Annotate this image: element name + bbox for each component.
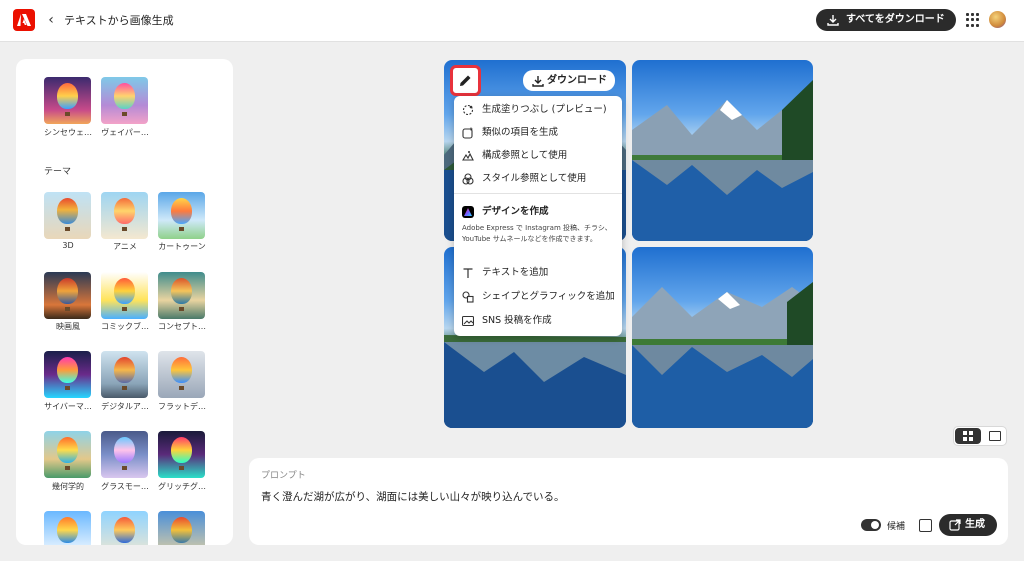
style-label: グラスモー… xyxy=(101,482,149,491)
style-thumb-synthwave[interactable] xyxy=(44,77,91,124)
suggestions-toggle[interactable] xyxy=(861,519,881,531)
menu-divider xyxy=(454,193,622,194)
style-label: ヴェイパー… xyxy=(101,128,149,137)
menu-item-label: デザインを作成 xyxy=(482,206,549,217)
generate-similar-icon xyxy=(462,127,474,139)
style-label: 幾何学的 xyxy=(52,482,84,491)
page-title: テキストから画像生成 xyxy=(64,14,174,27)
style-thumb-geometric[interactable] xyxy=(44,431,91,478)
prompt-panel: プロンプト 青く澄んだ湖が広がり、湖面には美しい山々が映り込んでいる。 候補 生… xyxy=(249,458,1008,545)
generate-icon xyxy=(949,519,961,531)
style-thumb-vaporwave[interactable] xyxy=(101,77,148,124)
image-download-button[interactable]: ダウンロード xyxy=(523,70,615,91)
composition-reference-icon xyxy=(462,150,474,162)
suggestions-toggle-label: 候補 xyxy=(887,522,906,532)
content-credentials-icon[interactable] xyxy=(919,519,932,532)
style-label: フラットデ… xyxy=(158,402,206,411)
style-thumb-flat[interactable] xyxy=(158,351,205,398)
generate-button[interactable]: 生成 xyxy=(939,514,997,536)
back-chevron-icon[interactable]: ‹ xyxy=(44,10,58,30)
generative-fill-icon xyxy=(462,104,474,116)
adobe-logo-icon[interactable] xyxy=(13,9,35,31)
style-thumb-cyber[interactable] xyxy=(44,351,91,398)
style-label: サイバーマ… xyxy=(44,402,92,411)
style-sidebar: シンセウェ… ヴェイパー… テーマ 3D アニメ カートゥーン 映画風 コミック… xyxy=(16,59,233,545)
style-label: コンセプト… xyxy=(158,322,206,331)
text-icon xyxy=(462,267,474,279)
style-thumb-cinematic[interactable] xyxy=(44,272,91,319)
menu-item-label: 構成参照として使用 xyxy=(482,150,568,161)
view-toggle xyxy=(953,426,1007,446)
edit-context-menu: 生成塗りつぶし (プレビュー) 類似の項目を生成 構成参照として使用 スタイル参… xyxy=(454,96,622,336)
adobe-express-icon xyxy=(462,206,474,218)
download-all-label: すべてをダウンロード xyxy=(846,14,945,25)
style-thumb-glitch[interactable] xyxy=(158,431,205,478)
style-thumb-more-2[interactable] xyxy=(101,511,148,545)
style-label: グリッチグ… xyxy=(158,482,206,491)
style-thumb-anime[interactable] xyxy=(101,192,148,239)
style-thumb-3d[interactable] xyxy=(44,192,91,239)
generated-image-2[interactable] xyxy=(632,60,813,241)
prompt-label: プロンプト xyxy=(261,471,306,481)
style-thumb-comic[interactable] xyxy=(101,272,148,319)
style-label: シンセウェ… xyxy=(44,128,92,137)
style-thumb-cartoon[interactable] xyxy=(158,192,205,239)
style-label: 映画風 xyxy=(56,322,80,331)
image-download-label: ダウンロード xyxy=(547,75,607,86)
image-icon xyxy=(461,315,475,327)
grid-view-icon[interactable] xyxy=(955,428,981,444)
style-label: カートゥーン xyxy=(158,242,206,251)
download-all-button[interactable]: すべてをダウンロード xyxy=(816,9,956,31)
prompt-input[interactable]: 青く澄んだ湖が広がり、湖面には美しい山々が映り込んでいる。 xyxy=(261,489,565,504)
menu-item-label: シェイプとグラフィックを追加 xyxy=(482,291,615,302)
menu-item-label: SNS 投稿を作成 xyxy=(482,315,552,326)
avatar[interactable] xyxy=(989,11,1006,28)
style-label: アニメ xyxy=(113,242,137,251)
style-thumb-digital-art[interactable] xyxy=(101,351,148,398)
apps-grid-icon[interactable] xyxy=(966,13,980,27)
generated-image-4[interactable] xyxy=(632,247,813,428)
pencil-icon xyxy=(457,72,474,89)
menu-item-label: スタイル参照として使用 xyxy=(482,173,587,184)
style-reference-icon xyxy=(462,173,474,185)
style-label: デジタルア… xyxy=(101,402,149,411)
edit-pencil-button[interactable] xyxy=(450,65,481,96)
shapes-icon xyxy=(462,291,474,303)
express-description: Adobe Express で Instagram 投稿、チラシ、YouTube… xyxy=(462,224,612,243)
style-thumb-more-3[interactable] xyxy=(158,511,205,545)
download-icon xyxy=(827,15,839,26)
style-label: コミックブ… xyxy=(101,322,149,331)
menu-item-label: テキストを追加 xyxy=(482,267,549,278)
theme-section-title: テーマ xyxy=(44,167,72,177)
style-thumb-glassmorphism[interactable] xyxy=(101,431,148,478)
menu-item-label: 生成塗りつぶし (プレビュー) xyxy=(482,104,607,115)
single-view-icon[interactable] xyxy=(989,431,1001,441)
style-thumb-concept[interactable] xyxy=(158,272,205,319)
app-header: ‹ テキストから画像生成 すべてをダウンロード xyxy=(0,0,1024,42)
style-label: 3D xyxy=(62,241,74,250)
download-icon xyxy=(532,76,544,87)
menu-item-label: 類似の項目を生成 xyxy=(482,127,559,138)
generate-label: 生成 xyxy=(965,519,985,530)
style-thumb-more-1[interactable] xyxy=(44,511,91,545)
